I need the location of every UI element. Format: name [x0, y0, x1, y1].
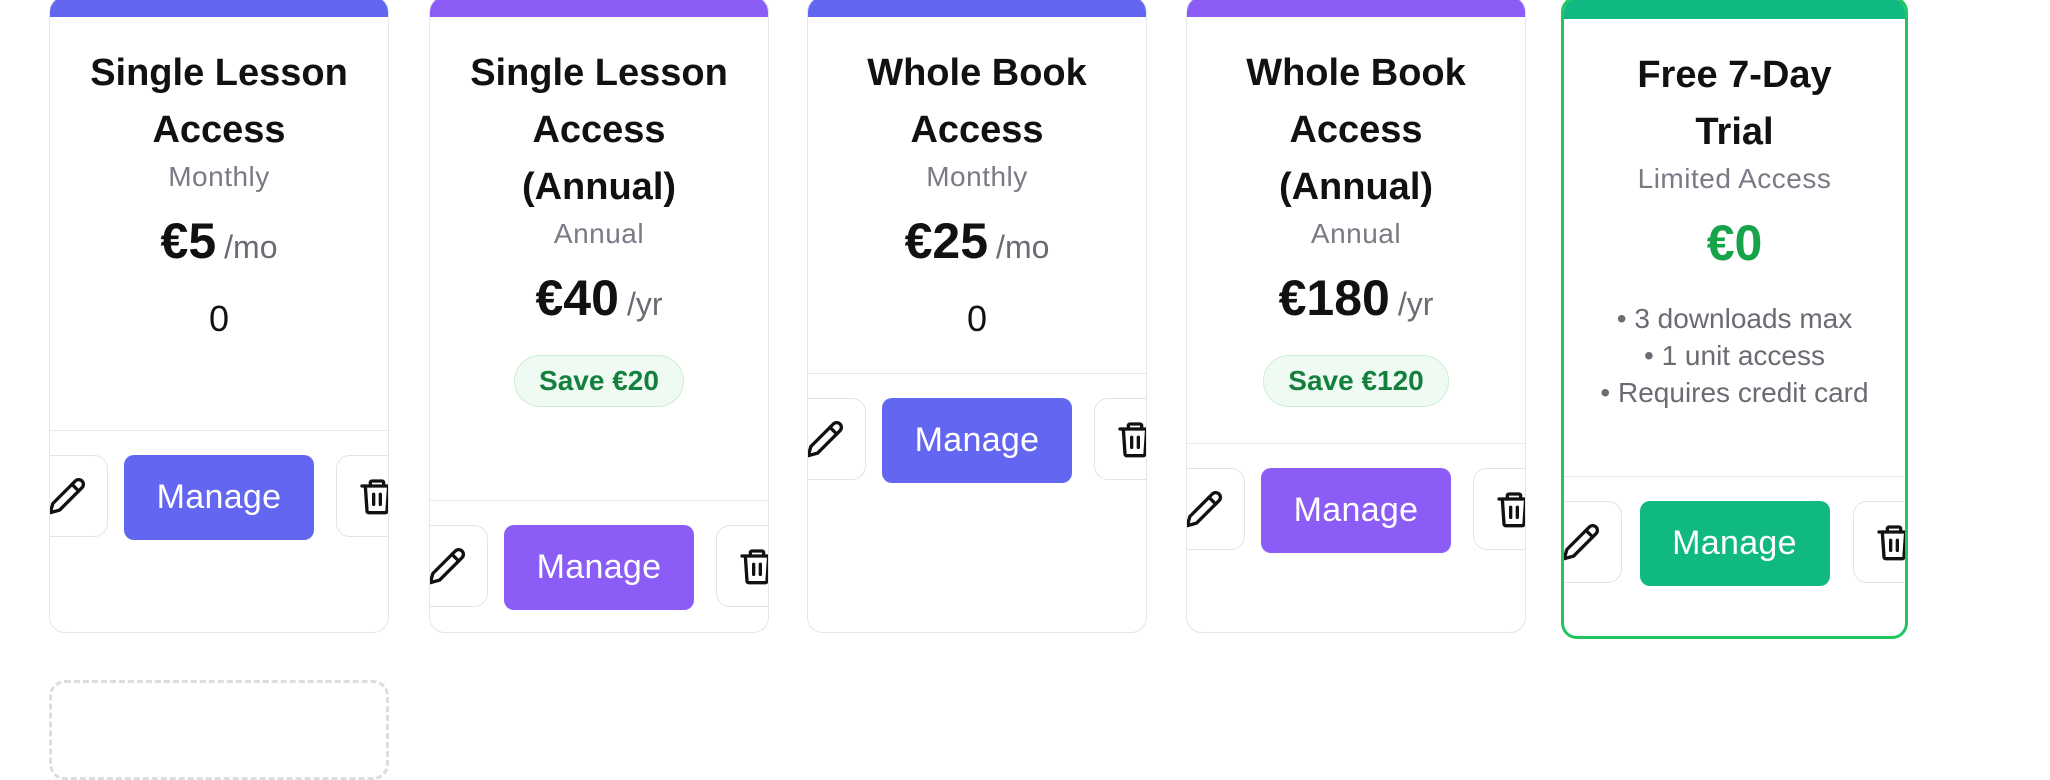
edit-button[interactable] [808, 398, 866, 480]
delete-button[interactable] [1473, 468, 1525, 550]
manage-button[interactable]: Manage [1261, 468, 1451, 553]
price-unit: /mo [224, 229, 278, 265]
pencil-icon [808, 420, 844, 458]
plan-period: Annual [1310, 218, 1402, 249]
subscriber-count: 0 [208, 298, 230, 339]
manage-button[interactable]: Manage [1639, 501, 1830, 586]
card-accent-bar [50, 0, 388, 17]
plan-period: Limited Access [1637, 163, 1832, 194]
manage-button[interactable]: Manage [882, 398, 1072, 483]
edit-button[interactable] [1187, 468, 1245, 550]
savings-badge: Save €20 [514, 355, 684, 407]
card-actions: Manage [430, 500, 768, 621]
feature-item: • Requires credit card [1600, 377, 1869, 408]
plan-price: €180 [1278, 270, 1390, 326]
manage-button[interactable]: Manage [124, 455, 314, 540]
plan-card-single-lesson-annual: Single Lesson Access (Annual) Annual €40… [429, 0, 769, 633]
pencil-icon [1187, 490, 1223, 528]
plan-title: Whole Book Access [867, 52, 1087, 151]
plan-price: €25 [904, 213, 989, 269]
trash-icon [1497, 492, 1525, 528]
card-accent-bar [430, 0, 768, 17]
pencil-icon [1564, 523, 1600, 561]
plan-price: €0 [1706, 215, 1763, 271]
plan-card-whole-book: Whole Book Access Monthly €25/mo 0 Manag… [807, 0, 1147, 633]
plan-period: Monthly [926, 161, 1028, 192]
delete-button[interactable] [336, 455, 388, 537]
card-actions: Manage [808, 373, 1146, 494]
delete-button[interactable] [1094, 398, 1146, 480]
feature-item: • 3 downloads max [1616, 303, 1853, 334]
add-plan-placeholder-card[interactable] [49, 680, 389, 780]
plan-title: Whole Book Access (Annual) [1246, 52, 1466, 208]
price-unit: /mo [996, 229, 1050, 265]
plan-title: Free 7-Day Trial [1637, 54, 1832, 153]
edit-button[interactable] [50, 455, 108, 537]
feature-item: • 1 unit access [1643, 340, 1825, 371]
trash-icon [1877, 525, 1905, 561]
pencil-icon [430, 547, 466, 585]
manage-button[interactable]: Manage [504, 525, 694, 610]
plan-title: Single Lesson Access [90, 52, 348, 151]
feature-list: • 3 downloads max • 1 unit access • Requ… [1564, 300, 1905, 411]
plan-price: €40 [535, 270, 619, 326]
price-unit: /yr [1397, 286, 1434, 322]
plan-title: Single Lesson Access (Annual) [470, 52, 728, 208]
plan-card-single-lesson: Single Lesson Access Monthly €5/mo 0 Man… [49, 0, 389, 633]
pencil-icon [50, 477, 86, 515]
card-actions: Manage [50, 430, 388, 551]
card-actions: Manage [1187, 443, 1525, 564]
trash-icon [740, 549, 768, 585]
delete-button[interactable] [716, 525, 768, 607]
edit-button[interactable] [430, 525, 488, 607]
plan-price: €5 [160, 213, 217, 269]
card-actions: Manage [1564, 476, 1905, 597]
trash-icon [1118, 422, 1146, 458]
card-accent-bar [808, 0, 1146, 17]
subscriber-count: 0 [966, 298, 988, 339]
delete-button[interactable] [1853, 501, 1905, 583]
price-unit: /yr [626, 286, 663, 322]
plan-period: Monthly [168, 161, 270, 192]
trash-icon [360, 479, 388, 515]
card-accent-bar [1564, 0, 1905, 19]
plan-card-whole-book-annual: Whole Book Access (Annual) Annual €180/y… [1186, 0, 1526, 633]
plan-card-free-trial: Free 7-Day Trial Limited Access €0 • 3 d… [1561, 0, 1908, 639]
edit-button[interactable] [1564, 501, 1622, 583]
savings-badge: Save €120 [1263, 355, 1449, 407]
plan-period: Annual [553, 218, 645, 249]
card-accent-bar [1187, 0, 1525, 17]
